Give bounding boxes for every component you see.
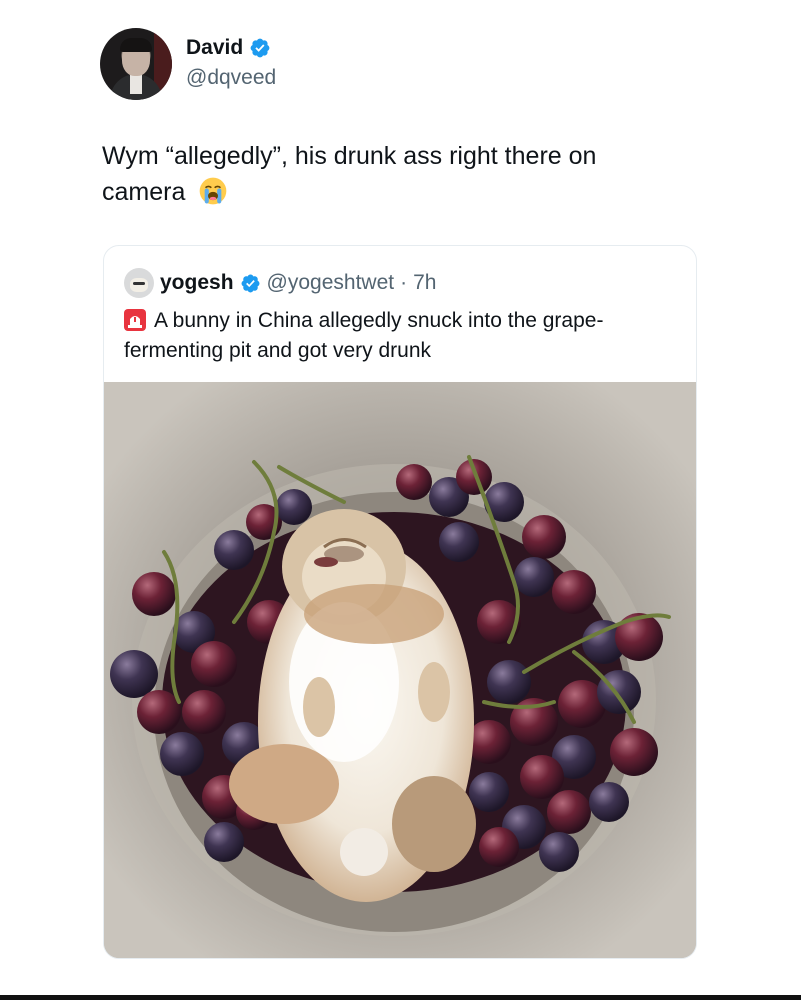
- bunny-in-grapes-photo[interactable]: [104, 382, 696, 958]
- quoted-tweet-card[interactable]: yogesh @yogeshtwet · 7h A bunny in China…: [103, 245, 697, 959]
- bottom-bar: [0, 995, 801, 1000]
- tweet-text-line1: Wym “allegedly”, his drunk ass right the…: [102, 142, 597, 170]
- author-display-name[interactable]: David: [186, 36, 243, 60]
- heart-icon[interactable]: [700, 524, 766, 580]
- tweet-text-line2: camera: [102, 178, 186, 206]
- tweet-text: Wym “allegedly”, his drunk ass right the…: [102, 138, 702, 210]
- quoted-time[interactable]: 7h: [413, 271, 436, 295]
- quoted-display-name[interactable]: yogesh: [160, 271, 234, 295]
- tweet: David @dqveed Wym “allegedly”, his drunk…: [0, 0, 801, 1000]
- quoted-text: A bunny in China allegedly snuck into th…: [124, 306, 680, 366]
- repost-count: 8,569: [701, 928, 767, 955]
- loudly-crying-face-icon: [199, 177, 227, 205]
- quoted-text-line1: A bunny in China allegedly snuck into th…: [154, 309, 604, 332]
- quoted-separator: ·: [400, 271, 408, 294]
- photo-illustration: [104, 382, 696, 958]
- author-name-row: David: [186, 36, 271, 60]
- quoted-handle[interactable]: @yogeshtwet: [267, 271, 395, 295]
- verified-badge-icon: [241, 274, 259, 292]
- like-count: 311K: [703, 610, 765, 637]
- rotating-light-icon: [124, 309, 146, 331]
- comment-icon[interactable]: [705, 680, 765, 736]
- verified-badge-icon: [250, 38, 270, 58]
- author-avatar[interactable]: [100, 28, 172, 100]
- quoted-text-line2: fermenting pit and got very drunk: [124, 339, 432, 362]
- quoted-avatar[interactable]: [124, 268, 154, 298]
- author-handle[interactable]: @dqveed: [186, 66, 276, 90]
- repost-icon[interactable]: [706, 840, 764, 896]
- quoted-header: yogesh @yogeshtwet · 7h: [124, 268, 436, 298]
- comment-count: 336: [712, 768, 756, 795]
